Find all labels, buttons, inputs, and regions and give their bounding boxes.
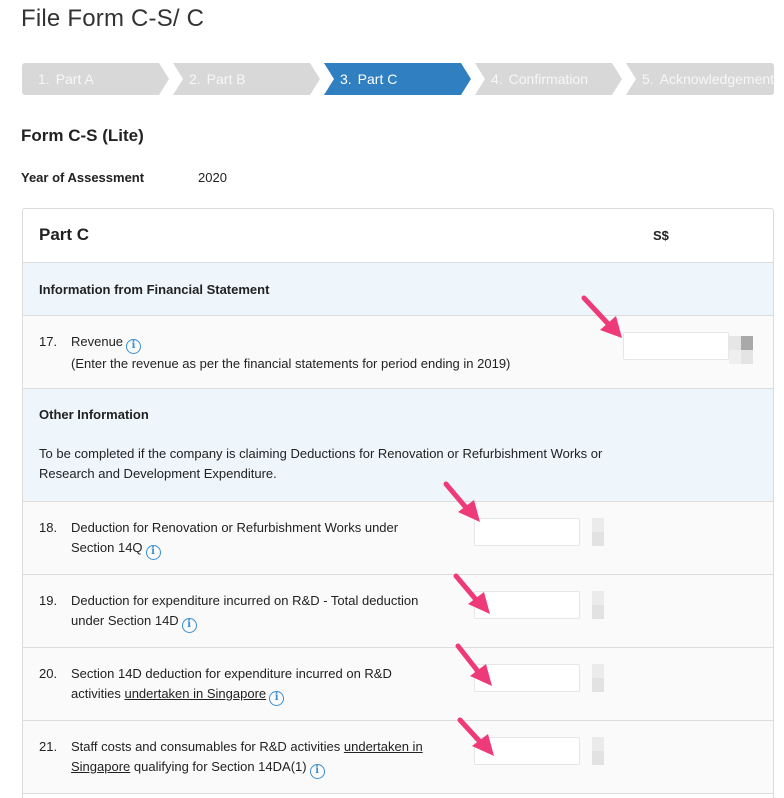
info-icon[interactable]: i <box>126 339 142 354</box>
underlined-term: Singapore <box>71 759 131 774</box>
card-header: Part C S$ <box>23 209 773 263</box>
redacted-value <box>729 336 741 350</box>
step-part-b[interactable]: 2. Part B <box>173 63 320 95</box>
step-part-a[interactable]: 1. Part A <box>22 63 169 95</box>
pointer-arrow-icon <box>453 573 490 614</box>
section-heading: Other Information <box>39 407 149 422</box>
item-label-line: activities <box>71 686 125 701</box>
redacted-value <box>592 605 604 619</box>
info-icon[interactable]: i <box>145 545 161 560</box>
item-note: (Enter the revenue as per the financial … <box>71 356 511 371</box>
step-label: Part C <box>357 71 398 87</box>
redacted-value <box>741 350 753 364</box>
step-number: 2. <box>188 71 201 87</box>
step-acknowledgement[interactable]: 5. Acknowledgement <box>625 63 775 95</box>
step-number: 4. <box>490 71 503 87</box>
item-19-rd-total: 19. Deduction for expenditure incurred o… <box>23 575 773 648</box>
redacted-value <box>729 350 741 364</box>
item-number: 21. <box>39 739 58 754</box>
item-label: Revenue i (Enter the revenue as per the f… <box>71 332 510 374</box>
part-c-card: Part C S$ Information from Financial Sta… <box>22 208 774 798</box>
step-label: Confirmation <box>508 71 589 87</box>
form-title: Form C-S (Lite) <box>21 126 144 145</box>
item-label: Staff costs and consumables for R&D acti… <box>71 737 423 779</box>
year-of-assessment-value: 2020 <box>198 170 227 185</box>
redacted-value <box>592 678 604 692</box>
step-number: 5. <box>641 71 654 87</box>
step-label: Part A <box>55 71 94 87</box>
underlined-term: undertaken in Singapore <box>124 686 267 701</box>
redacted-value <box>592 518 604 532</box>
item-21-staff-costs: 21. Staff costs and consumables for R&D … <box>23 721 773 794</box>
redacted-value <box>592 532 604 546</box>
section-financial-statement: Information from Financial Statement <box>23 263 773 316</box>
year-of-assessment-label: Year of Assessment <box>21 170 145 185</box>
item-label-text: Revenue <box>71 334 124 349</box>
item-label-line: qualifying for Section 14DA(1) <box>130 759 307 774</box>
item-label: Section 14D deduction for expenditure in… <box>71 664 392 706</box>
redacted-value <box>741 336 753 350</box>
step-confirmation[interactable]: 4. Confirmation <box>475 63 622 95</box>
step-number: 3. <box>339 71 352 87</box>
card-title: Part C <box>39 225 90 244</box>
item-label: Deduction for Renovation or Refurbishmen… <box>71 518 398 560</box>
redacted-value <box>592 751 604 765</box>
info-icon[interactable]: i <box>309 764 325 779</box>
currency-label: S$ <box>653 228 669 243</box>
redacted-value <box>592 737 604 751</box>
redacted-value <box>592 664 604 678</box>
renovation-deduction-input[interactable] <box>474 518 580 546</box>
item-label-line: Deduction for Renovation or Refurbishmen… <box>71 520 399 535</box>
item-20-rd-singapore: 20. Section 14D deduction for expenditur… <box>23 648 773 721</box>
step-part-c[interactable]: 3. Part C <box>324 63 471 95</box>
underlined-term: undertaken in <box>343 739 423 754</box>
item-17-revenue: 17. Revenue i (Enter the revenue as per t… <box>23 316 773 389</box>
pointer-arrow-icon <box>581 295 622 338</box>
redacted-value <box>592 591 604 605</box>
item-label-line: Section 14Q <box>71 540 143 555</box>
item-number: 20. <box>39 666 58 681</box>
item-number: 17. <box>39 334 58 349</box>
pointer-arrow-icon <box>457 717 494 756</box>
item-18-renovation: 18. Deduction for Renovation or Refurbis… <box>23 502 773 575</box>
item-label-line: under Section 14D <box>71 613 179 628</box>
info-icon[interactable]: i <box>181 618 197 633</box>
progress-stepper: 1. Part A 2. Part B 3. Part C 4. Confirmatio… <box>22 63 775 95</box>
item-label-line: Deduction for expenditure incurred on R&… <box>71 593 419 608</box>
item-label: Deduction for expenditure incurred on R&… <box>71 591 418 633</box>
step-number: 1. <box>38 71 50 87</box>
revenue-input[interactable] <box>623 332 729 360</box>
section-description: To be completed if the company is claimi… <box>39 446 603 481</box>
item-label-line: Staff costs and consumables for R&D acti… <box>71 739 344 754</box>
item-number: 19. <box>39 593 58 608</box>
section-other-information: Other Information To be completed if the… <box>23 389 773 502</box>
step-label: Part B <box>206 71 246 87</box>
pointer-arrow-icon <box>443 481 480 522</box>
page-title: File Form C-S/ C <box>21 5 205 32</box>
item-label-line: Section 14D deduction for expenditure in… <box>71 666 392 681</box>
item-number: 18. <box>39 520 58 535</box>
section-heading: Information from Financial Statement <box>39 282 270 297</box>
step-label: Acknowledgement <box>659 71 775 87</box>
pointer-arrow-icon <box>455 643 492 686</box>
info-icon[interactable]: i <box>269 691 285 706</box>
